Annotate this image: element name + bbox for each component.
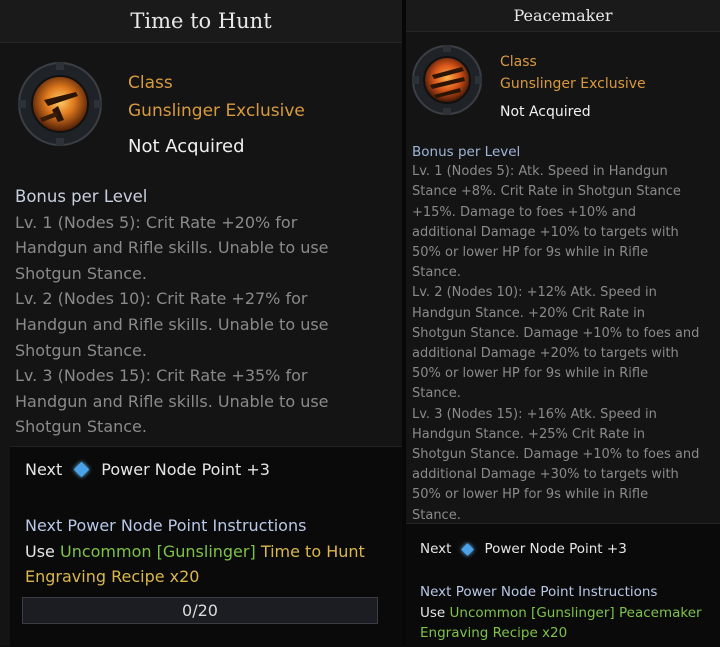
bonus-per-level: Bonus per Level Lv. 1 (Nodes 5): Atk. Sp…: [412, 142, 716, 526]
bonus-header: Bonus per Level: [15, 187, 148, 206]
engraving-meta: Class Gunslinger Exclusive Not Acquired: [128, 69, 305, 161]
recipe-progress-bar: 0/20: [22, 597, 378, 624]
recipe-quantity: Engraving Recipe x20: [25, 567, 200, 586]
bonus-line: Shotgun Stance.: [15, 417, 147, 437]
bonus-line: Stance.: [412, 386, 461, 402]
next-value: Power Node Point +3: [101, 460, 270, 479]
progress-text: 0/20: [182, 601, 218, 620]
tooltip-title: Time to Hunt: [0, 0, 402, 43]
bonus-per-level: Bonus per Level Lv. 1 (Nodes 5): Crit Ra…: [15, 184, 393, 440]
bonus-header: Bonus per Level: [412, 144, 521, 160]
bonus-line: additional Damage +20% to targets with: [412, 346, 679, 362]
recipe-name: Uncommon [Gunslinger] Peacemaker: [449, 604, 702, 621]
bonus-line: Stance.: [412, 265, 461, 281]
next-label: Next: [25, 460, 63, 479]
bonus-line: Handgun and Rifle skills. Unable to use: [15, 391, 329, 411]
engraving-meta: Class Gunslinger Exclusive Not Acquired: [500, 51, 646, 123]
next-value: Power Node Point +3: [484, 541, 627, 557]
time-to-hunt-engraving-icon: [18, 62, 102, 146]
recipe-rarity: Uncommon [Gunslinger]: [59, 541, 256, 561]
bonus-line: Handgun Stance. +20% Crit Rate in: [412, 305, 646, 321]
bonus-line: Lv. 3 (Nodes 15): +16% Atk. Speed in: [412, 406, 657, 422]
recipe-quantity: Engraving Recipe x20: [420, 625, 568, 641]
bonus-line: Stance +8%. Crit Rate in Shotgun Stance: [412, 184, 681, 200]
bonus-line: Lv. 2 (Nodes 10): +12% Atk. Speed in: [412, 285, 657, 301]
node-instructions: Next Power Node Point Instructions Use U…: [420, 582, 716, 644]
bonus-line: +15%. Damage to foes +10% and: [412, 204, 637, 220]
power-node-gem-icon: [461, 542, 475, 556]
next-power-node: Next Power Node Point +3: [420, 541, 627, 557]
bonus-line: Handgun and Rifle skills. Unable to use: [15, 238, 329, 258]
class-value: Gunslinger Exclusive: [500, 76, 646, 92]
recipe-name: Time to Hunt: [260, 541, 365, 561]
bonus-line: Lv. 3 (Nodes 15): Crit Rate +35% for: [15, 366, 308, 386]
next-label: Next: [420, 541, 452, 557]
bonus-line: Lv. 1 (Nodes 5): Crit Rate +20% for: [15, 212, 298, 232]
bonus-line: Shotgun Stance.: [15, 263, 147, 283]
next-power-node: Next Power Node Point +3: [25, 460, 270, 479]
bonus-line: 50% or lower HP for 9s while in Rifle: [412, 366, 649, 382]
class-value: Gunslinger Exclusive: [128, 101, 305, 121]
class-label: Class: [500, 54, 537, 70]
class-label: Class: [128, 73, 173, 93]
instructions-header: Next Power Node Point Instructions: [25, 516, 307, 535]
use-label: Use: [25, 541, 55, 561]
acquired-status: Not Acquired: [128, 136, 245, 157]
bonus-line: Shotgun Stance. Damage +10% to foes and: [412, 447, 700, 463]
bonus-line: additional Damage +30% to targets with: [412, 467, 679, 483]
use-label: Use: [420, 604, 446, 621]
node-instructions: Next Power Node Point Instructions Use U…: [25, 513, 395, 590]
bonus-line: 50% or lower HP for 9s while in Rifle: [412, 487, 649, 503]
bonus-line: Lv. 1 (Nodes 5): Atk. Speed in Handgun: [412, 164, 668, 180]
bonus-line: Handgun Stance. +25% Crit Rate in: [412, 426, 646, 442]
acquired-status: Not Acquired: [500, 104, 591, 120]
bonus-line: 50% or lower HP for 9s while in Rifle: [412, 245, 649, 261]
bonus-line: Handgun and Rifle skills. Unable to use: [15, 314, 329, 334]
bonus-line: additional Damage +10% to targets with: [412, 224, 679, 240]
instructions-header: Next Power Node Point Instructions: [420, 584, 658, 600]
bonus-line: Lv. 2 (Nodes 10): Crit Rate +27% for: [15, 289, 308, 309]
power-node-gem-icon: [74, 461, 90, 478]
bonus-line: Shotgun Stance. Damage +10% to foes and: [412, 325, 700, 341]
peacemaker-engraving-icon: [412, 45, 482, 115]
bonus-line: Shotgun Stance.: [15, 340, 147, 360]
tooltip-title: Peacemaker: [406, 0, 720, 32]
